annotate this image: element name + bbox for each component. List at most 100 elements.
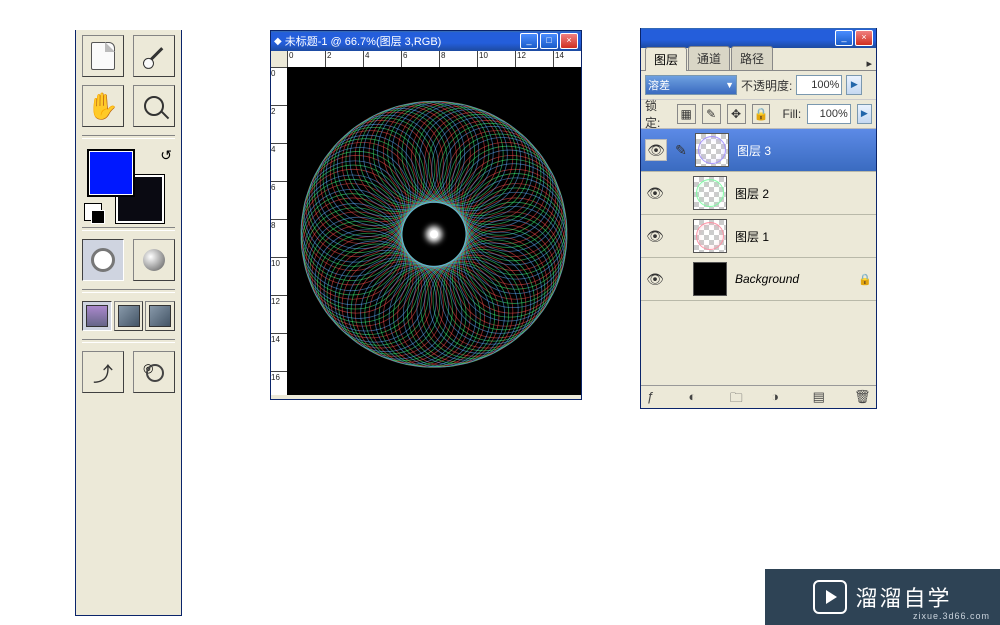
note-icon	[91, 42, 115, 70]
ruler-tick: 0	[271, 67, 287, 78]
export-icon: ⤴	[93, 358, 113, 387]
ruler-tick: 4	[271, 143, 287, 154]
panel-tabs: 图层通道路径 ▸	[641, 48, 876, 71]
ruler-vertical[interactable]: 0246810121416	[271, 67, 288, 395]
window-icon	[149, 305, 171, 327]
opacity-slider-toggle[interactable]: ▶	[846, 75, 862, 95]
document-titlebar[interactable]: ◆未标题-1 @ 66.7%(图层 3,RGB) _ □ ×	[271, 31, 581, 51]
layer-name[interactable]: Background	[731, 272, 854, 286]
new-layer-button[interactable]: ▤	[813, 389, 829, 405]
panel-menu-button[interactable]: ▸	[866, 57, 872, 70]
layer-row[interactable]: 👁 图层 2	[641, 172, 876, 215]
edit-indicator: ✎	[671, 142, 691, 159]
toolbox-panel: ✋ ↺ ⤴ ◎	[75, 30, 182, 616]
default-colors-icon[interactable]	[84, 203, 102, 221]
visibility-toggle[interactable]: 👁	[645, 228, 665, 245]
quickmask-mode-button[interactable]	[133, 239, 175, 281]
layer-row[interactable]: 👁 Background 🔒	[641, 258, 876, 301]
ruler-tick: 10	[477, 51, 488, 67]
adjustment-layer-button[interactable]: ◑	[771, 389, 787, 405]
ruler-tick: 8	[439, 51, 445, 67]
watermark-url: zixue.3d66.com	[913, 611, 990, 621]
zoom-tool[interactable]	[133, 85, 175, 127]
ruler-tick: 16	[271, 371, 287, 382]
layer-name[interactable]: 图层 2	[731, 185, 854, 202]
screenmode-standard-button[interactable]	[82, 301, 112, 331]
blend-opacity-row: 溶差▼ 不透明度: 100% ▶	[641, 71, 876, 100]
tab-paths[interactable]: 路径	[731, 46, 773, 70]
ruler-tick: 14	[271, 333, 287, 344]
ruler-tick: 14	[553, 51, 564, 67]
tab-layers[interactable]: 图层	[645, 47, 687, 71]
ruler-tick: 6	[401, 51, 407, 67]
target-icon: ◎	[143, 361, 165, 383]
swap-colors-icon[interactable]: ↺	[160, 147, 172, 164]
lock-icon: 🔒	[858, 273, 872, 286]
blend-mode-value: 溶差	[648, 77, 670, 93]
eyedropper-icon	[145, 47, 163, 65]
screenmode-full-menubar-button[interactable]	[114, 301, 144, 331]
layer-row[interactable]: 👁✎ 图层 3	[641, 129, 876, 172]
fill-field[interactable]: 100%	[807, 104, 851, 124]
foreground-color[interactable]	[87, 149, 135, 197]
notes-tool[interactable]	[82, 35, 124, 77]
chevron-down-icon: ▼	[725, 80, 734, 90]
lock-transparency-button[interactable]: ▦	[677, 104, 696, 124]
fill-value: 100%	[820, 108, 848, 120]
lock-position-button[interactable]: ✥	[727, 104, 746, 124]
color-swatches: ↺	[82, 147, 175, 223]
layer-thumbnail[interactable]	[693, 262, 727, 296]
layer-thumbnail[interactable]	[693, 219, 727, 253]
screenmode-full-button[interactable]	[145, 301, 175, 331]
new-group-button[interactable]: 🗀	[730, 389, 746, 405]
fill-slider-toggle[interactable]: ▶	[857, 104, 872, 124]
hand-tool[interactable]: ✋	[82, 85, 124, 127]
close-button[interactable]: ×	[560, 33, 578, 49]
delete-layer-button[interactable]: 🗑	[854, 389, 870, 405]
jump-to-imageready-button[interactable]: ⤴	[82, 351, 124, 393]
panel-minimize-button[interactable]: _	[835, 30, 853, 46]
visibility-toggle[interactable]: 👁	[645, 185, 665, 202]
layers-list: 👁✎图层 3👁图层 2👁图层 1👁Background🔒	[641, 129, 876, 301]
eyedropper-tool[interactable]	[133, 35, 175, 77]
layers-panel-footer: ƒ ◐ 🗀 ◑ ▤ 🗑	[641, 385, 876, 408]
layer-row[interactable]: 👁 图层 1	[641, 215, 876, 258]
ruler-tick: 2	[271, 105, 287, 116]
lock-pixels-button[interactable]: ✎	[702, 104, 721, 124]
artwork-spirograph	[287, 67, 581, 402]
ruler-tick: 12	[515, 51, 526, 67]
standard-mode-button[interactable]	[82, 239, 124, 281]
maximize-button[interactable]: □	[540, 33, 558, 49]
tab-channels[interactable]: 通道	[688, 46, 730, 70]
layer-mask-button[interactable]: ◐	[688, 389, 704, 405]
layers-panel-titlebar[interactable]: _ ×	[641, 28, 876, 48]
layer-thumbnail[interactable]	[695, 133, 729, 167]
lock-label: 锁定:	[645, 97, 671, 131]
canvas-area: 02468101214 0246810121416	[271, 51, 581, 395]
minimize-button[interactable]: _	[520, 33, 538, 49]
layer-style-button[interactable]: ƒ	[647, 389, 663, 405]
layers-panel: _ × 图层通道路径▸ 溶差▼ 不透明度: 100% ▶ 锁定: ▦ ✎ ✥ 🔒…	[640, 28, 877, 409]
watermark: 溜溜自学 zixue.3d66.com	[765, 569, 1000, 625]
jump-to-button[interactable]: ◎	[133, 351, 175, 393]
layer-name[interactable]: 图层 1	[731, 228, 854, 245]
visibility-toggle[interactable]: 👁	[645, 271, 665, 288]
visibility-toggle[interactable]: 👁	[645, 139, 667, 161]
ruler-horizontal[interactable]: 02468101214	[287, 51, 581, 68]
ruler-tick: 10	[271, 257, 287, 268]
canvas[interactable]	[287, 67, 581, 395]
circle-outline-icon	[91, 248, 115, 272]
window-icon	[118, 305, 140, 327]
panel-close-button[interactable]: ×	[855, 30, 873, 46]
layer-thumbnail[interactable]	[693, 176, 727, 210]
opacity-field[interactable]: 100%	[796, 75, 842, 95]
lock-all-button[interactable]: 🔒	[752, 104, 771, 124]
blend-mode-select[interactable]: 溶差 ▼	[645, 75, 737, 95]
lock-row: 锁定: ▦ ✎ ✥ 🔒 Fill: 100% ▶	[641, 100, 876, 129]
app-icon: ◆	[274, 36, 282, 47]
document-title: 未标题-1 @ 66.7%(图层 3,RGB)	[285, 33, 442, 49]
hand-icon: ✋	[87, 91, 119, 122]
watermark-brand: 溜溜自学	[855, 581, 951, 613]
ruler-tick: 2	[325, 51, 331, 67]
layer-name[interactable]: 图层 3	[733, 142, 854, 159]
